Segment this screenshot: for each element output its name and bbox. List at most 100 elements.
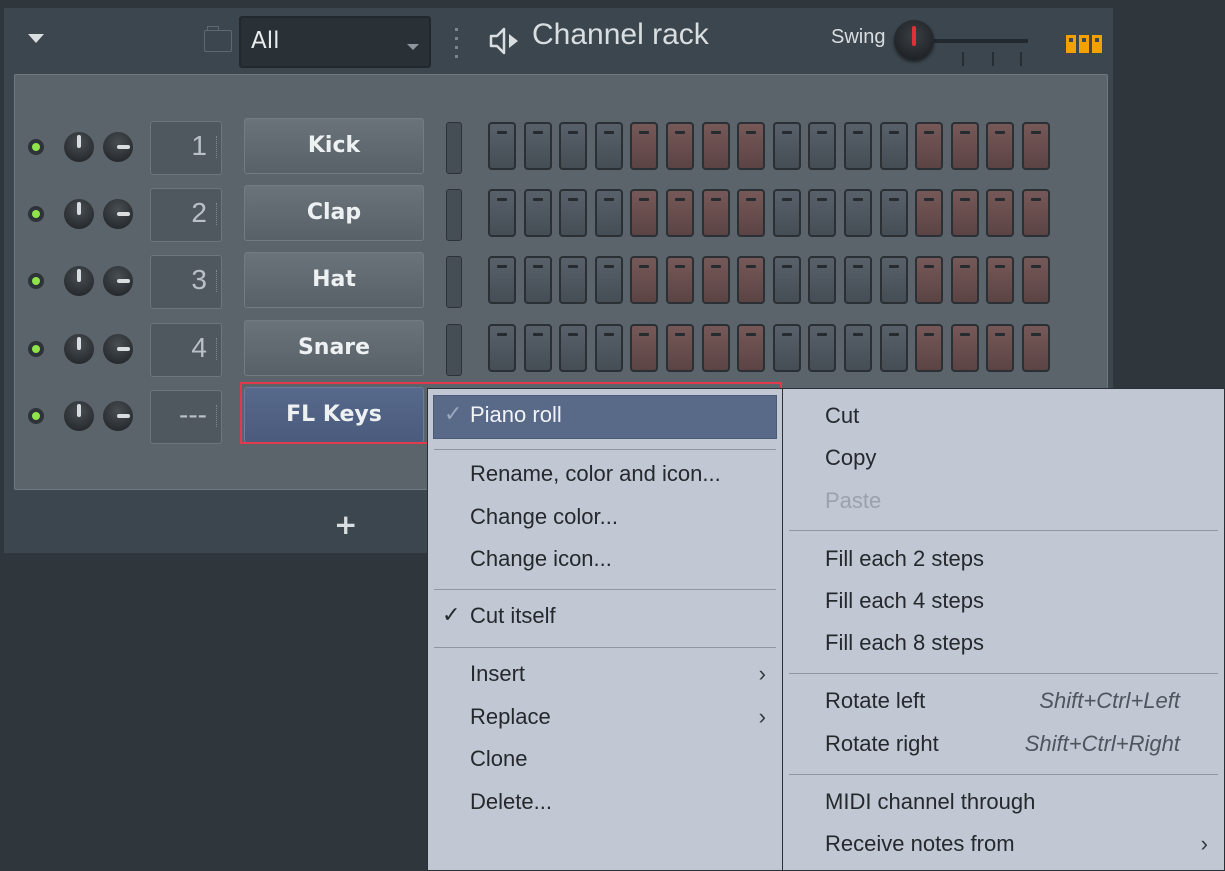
step-button[interactable] (1022, 189, 1050, 237)
step-button[interactable] (844, 189, 872, 237)
channel-mute-led[interactable] (28, 341, 44, 357)
step-button[interactable] (559, 122, 587, 170)
menu-item-copy[interactable]: Copy (825, 445, 876, 471)
step-button[interactable] (630, 256, 658, 304)
menu-item-delete[interactable]: Delete... (470, 789, 552, 815)
channel-mute-led[interactable] (28, 139, 44, 155)
channel-pan-knob[interactable] (103, 401, 133, 431)
channel-volume-knob[interactable] (64, 401, 94, 431)
step-button[interactable] (915, 189, 943, 237)
step-button[interactable] (951, 324, 979, 372)
step-button[interactable] (880, 256, 908, 304)
step-button[interactable] (773, 189, 801, 237)
channel-volume-knob[interactable] (64, 266, 94, 296)
step-button[interactable] (595, 324, 623, 372)
step-button[interactable] (986, 256, 1014, 304)
menu-item-insert[interactable]: Insert (470, 661, 525, 687)
step-button[interactable] (986, 122, 1014, 170)
step-button[interactable] (844, 256, 872, 304)
step-button[interactable] (488, 324, 516, 372)
step-button[interactable] (880, 324, 908, 372)
swing-knob[interactable] (894, 20, 934, 60)
folder-icon[interactable] (204, 26, 232, 52)
step-button[interactable] (595, 256, 623, 304)
step-button[interactable] (630, 324, 658, 372)
step-button[interactable] (524, 122, 552, 170)
channel-activity-meter[interactable] (446, 324, 462, 376)
add-channel-button[interactable]: + (334, 508, 357, 541)
step-button[interactable] (737, 189, 765, 237)
step-button[interactable] (808, 324, 836, 372)
channel-mute-led[interactable] (28, 408, 44, 424)
channel-volume-knob[interactable] (64, 199, 94, 229)
channel-pan-knob[interactable] (103, 132, 133, 162)
step-button[interactable] (1022, 324, 1050, 372)
step-button[interactable] (1022, 256, 1050, 304)
step-button[interactable] (951, 122, 979, 170)
mixer-track-selector[interactable]: 2 (150, 188, 222, 242)
step-button[interactable] (702, 122, 730, 170)
step-button[interactable] (737, 256, 765, 304)
menu-item-fill-4[interactable]: Fill each 4 steps (825, 588, 984, 614)
swing-slider-track[interactable] (932, 39, 1028, 43)
channel-button[interactable]: Kick (244, 118, 424, 174)
step-button[interactable] (702, 256, 730, 304)
menu-item-replace[interactable]: Replace (470, 704, 551, 730)
menu-item-clone[interactable]: Clone (470, 746, 527, 772)
step-button[interactable] (488, 122, 516, 170)
step-button[interactable] (844, 122, 872, 170)
step-button[interactable] (488, 256, 516, 304)
step-button[interactable] (773, 324, 801, 372)
step-button[interactable] (524, 324, 552, 372)
channel-pan-knob[interactable] (103, 266, 133, 296)
step-button[interactable] (666, 189, 694, 237)
step-button[interactable] (737, 122, 765, 170)
menu-item-change-color[interactable]: Change color... (470, 504, 618, 530)
step-button[interactable] (630, 122, 658, 170)
channel-volume-knob[interactable] (64, 334, 94, 364)
menu-item-cut[interactable]: Cut (825, 403, 859, 429)
step-button[interactable] (808, 256, 836, 304)
channel-button[interactable]: Hat (244, 252, 424, 308)
step-button[interactable] (666, 324, 694, 372)
channel-button[interactable]: Clap (244, 185, 424, 241)
step-button[interactable] (951, 256, 979, 304)
step-button[interactable] (880, 189, 908, 237)
step-button[interactable] (844, 324, 872, 372)
step-button[interactable] (524, 256, 552, 304)
menu-item-rotate-right[interactable]: Rotate right (825, 731, 939, 757)
step-button[interactable] (559, 324, 587, 372)
mixer-track-selector[interactable]: 1 (150, 121, 222, 175)
step-button[interactable] (702, 324, 730, 372)
step-button[interactable] (951, 189, 979, 237)
step-button[interactable] (737, 324, 765, 372)
step-button[interactable] (595, 122, 623, 170)
channel-activity-meter[interactable] (446, 189, 462, 241)
mixer-track-selector[interactable]: --- (150, 390, 222, 444)
menu-item-receive-notes[interactable]: Receive notes from (825, 831, 1015, 857)
step-button[interactable] (915, 256, 943, 304)
channel-filter-dropdown[interactable]: All (239, 16, 431, 68)
menu-item-rotate-left[interactable]: Rotate left (825, 688, 925, 714)
channel-pan-knob[interactable] (103, 334, 133, 364)
step-button[interactable] (702, 189, 730, 237)
menu-item-fill-8[interactable]: Fill each 8 steps (825, 630, 984, 656)
menu-item-piano-roll[interactable]: ✓ Piano roll (433, 395, 777, 439)
mixer-track-selector[interactable]: 4 (150, 323, 222, 377)
menu-item-rename[interactable]: Rename, color and icon... (470, 461, 721, 487)
step-button[interactable] (773, 122, 801, 170)
step-button[interactable] (666, 122, 694, 170)
step-button[interactable] (915, 122, 943, 170)
step-button[interactable] (808, 189, 836, 237)
step-button[interactable] (986, 189, 1014, 237)
step-button[interactable] (488, 189, 516, 237)
menu-item-midi-through[interactable]: MIDI channel through (825, 789, 1035, 815)
channel-activity-meter[interactable] (446, 122, 462, 174)
menu-item-fill-2[interactable]: Fill each 2 steps (825, 546, 984, 572)
step-button[interactable] (666, 256, 694, 304)
step-button[interactable] (915, 324, 943, 372)
channel-mute-led[interactable] (28, 273, 44, 289)
step-button[interactable] (1022, 122, 1050, 170)
step-button[interactable] (559, 256, 587, 304)
channel-button[interactable]: FL Keys (244, 387, 424, 443)
